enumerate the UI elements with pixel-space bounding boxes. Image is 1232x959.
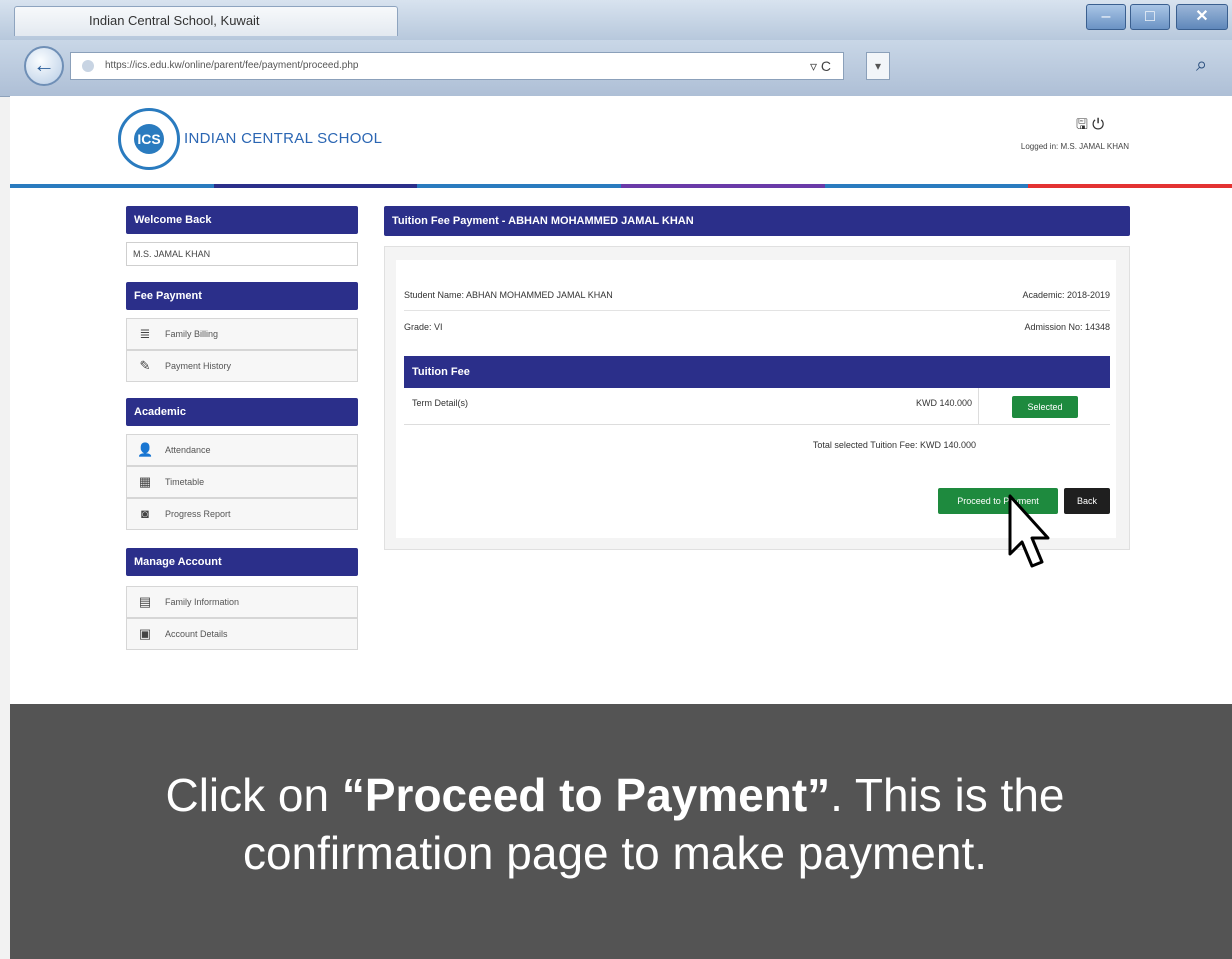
fee-payment-header: Fee Payment	[126, 282, 358, 310]
back-button[interactable]: Back	[1064, 488, 1110, 514]
school-logo-mark: ICS	[134, 124, 164, 154]
header-stripe-segment	[1028, 184, 1232, 188]
history-icon: ✎	[139, 358, 151, 373]
admission-number: Admission No: 14348	[1024, 322, 1110, 332]
maximize-button[interactable]: □	[1130, 4, 1170, 30]
report-icon: ◙	[141, 506, 149, 521]
caption-before: Click on	[165, 769, 342, 821]
caption-text: Click on “Proceed to Payment”. This is t…	[40, 766, 1190, 882]
sidebar-item-family-information[interactable]: ▤ Family Information	[126, 586, 358, 618]
sidebar-item-label: Attendance	[165, 445, 211, 455]
mouse-pointer-icon	[1008, 494, 1050, 568]
student-name: Student Name: ABHAN MOHAMMED JAMAL KHAN	[404, 290, 613, 300]
welcome-user-name: M.S. JAMAL KHAN	[126, 242, 358, 266]
address-bar[interactable]: https://ics.edu.kw/online/parent/fee/pay…	[70, 52, 844, 80]
sidebar-item-label: Account Details	[165, 629, 228, 639]
minimize-button[interactable]: –	[1086, 4, 1126, 30]
header-stripe-segment	[213, 184, 418, 188]
sidebar-item-family-billing[interactable]: ≣ Family Billing	[126, 318, 358, 350]
address-dropdown-icon[interactable]: ▾	[866, 52, 890, 80]
manage-account-header: Manage Account	[126, 548, 358, 576]
header-stripe-segment	[824, 184, 1029, 188]
tuition-fee-header: Tuition Fee	[404, 356, 1110, 388]
school-name: INDIAN CENTRAL SCHOOL	[184, 130, 383, 147]
person-icon: 👤	[137, 442, 154, 457]
header-stripe-segment	[417, 184, 622, 188]
sidebar-item-account-details[interactable]: ▣ Account Details	[126, 618, 358, 650]
page-title: Tuition Fee Payment - ABHAN MOHAMMED JAM…	[384, 206, 1130, 236]
sidebar-item-label: Progress Report	[165, 509, 231, 519]
total-fee: Total selected Tuition Fee: KWD 140.000	[812, 440, 976, 450]
account-icon: ▣	[138, 626, 152, 641]
sidebar-item-progress-report[interactable]: ◙ Progress Report	[126, 498, 358, 530]
billing-icon: ≣	[139, 326, 151, 341]
save-logout-icons[interactable]: 🖫 ⏻	[1076, 114, 1104, 138]
welcome-header: Welcome Back	[126, 206, 358, 234]
term-detail-label: Term Detail(s)	[412, 398, 469, 408]
sidebar-item-label: Family Billing	[165, 329, 219, 339]
calendar-icon: ▦	[138, 474, 152, 489]
grade: Grade: VI	[404, 322, 443, 332]
sidebar-item-payment-history[interactable]: ✎ Payment History	[126, 350, 358, 382]
logged-in-user: Logged in: M.S. JAMAL KHAN	[1020, 142, 1130, 151]
academic-year: Academic: 2018-2019	[1022, 290, 1110, 300]
caption-highlight: “Proceed to Payment”	[341, 769, 831, 821]
sidebar-item-attendance[interactable]: 👤 Attendance	[126, 434, 358, 466]
sidebar-item-timetable[interactable]: ▦ Timetable	[126, 466, 358, 498]
header-stripe-segment	[621, 184, 825, 188]
divider	[978, 388, 979, 424]
header-stripe-segment	[10, 184, 214, 188]
back-arrow-icon[interactable]: ←	[24, 46, 64, 86]
browser-tab[interactable]: Indian Central School, Kuwait	[14, 6, 398, 36]
sidebar-item-label: Timetable	[165, 477, 205, 487]
table-row	[404, 388, 1110, 425]
sidebar-item-label: Family Information	[165, 597, 240, 607]
refresh-icon[interactable]: ▿ C	[810, 52, 844, 80]
selected-button[interactable]: Selected	[1012, 396, 1078, 418]
favicon-icon	[82, 60, 94, 72]
sidebar-item-label: Payment History	[165, 361, 232, 371]
term-amount: KWD 140.000	[915, 398, 972, 408]
academic-header: Academic	[126, 398, 358, 426]
search-icon[interactable]: ⌕	[1196, 50, 1222, 80]
family-info-icon: ▤	[138, 594, 152, 609]
close-button[interactable]: ✕	[1176, 4, 1228, 30]
divider	[404, 310, 1110, 311]
